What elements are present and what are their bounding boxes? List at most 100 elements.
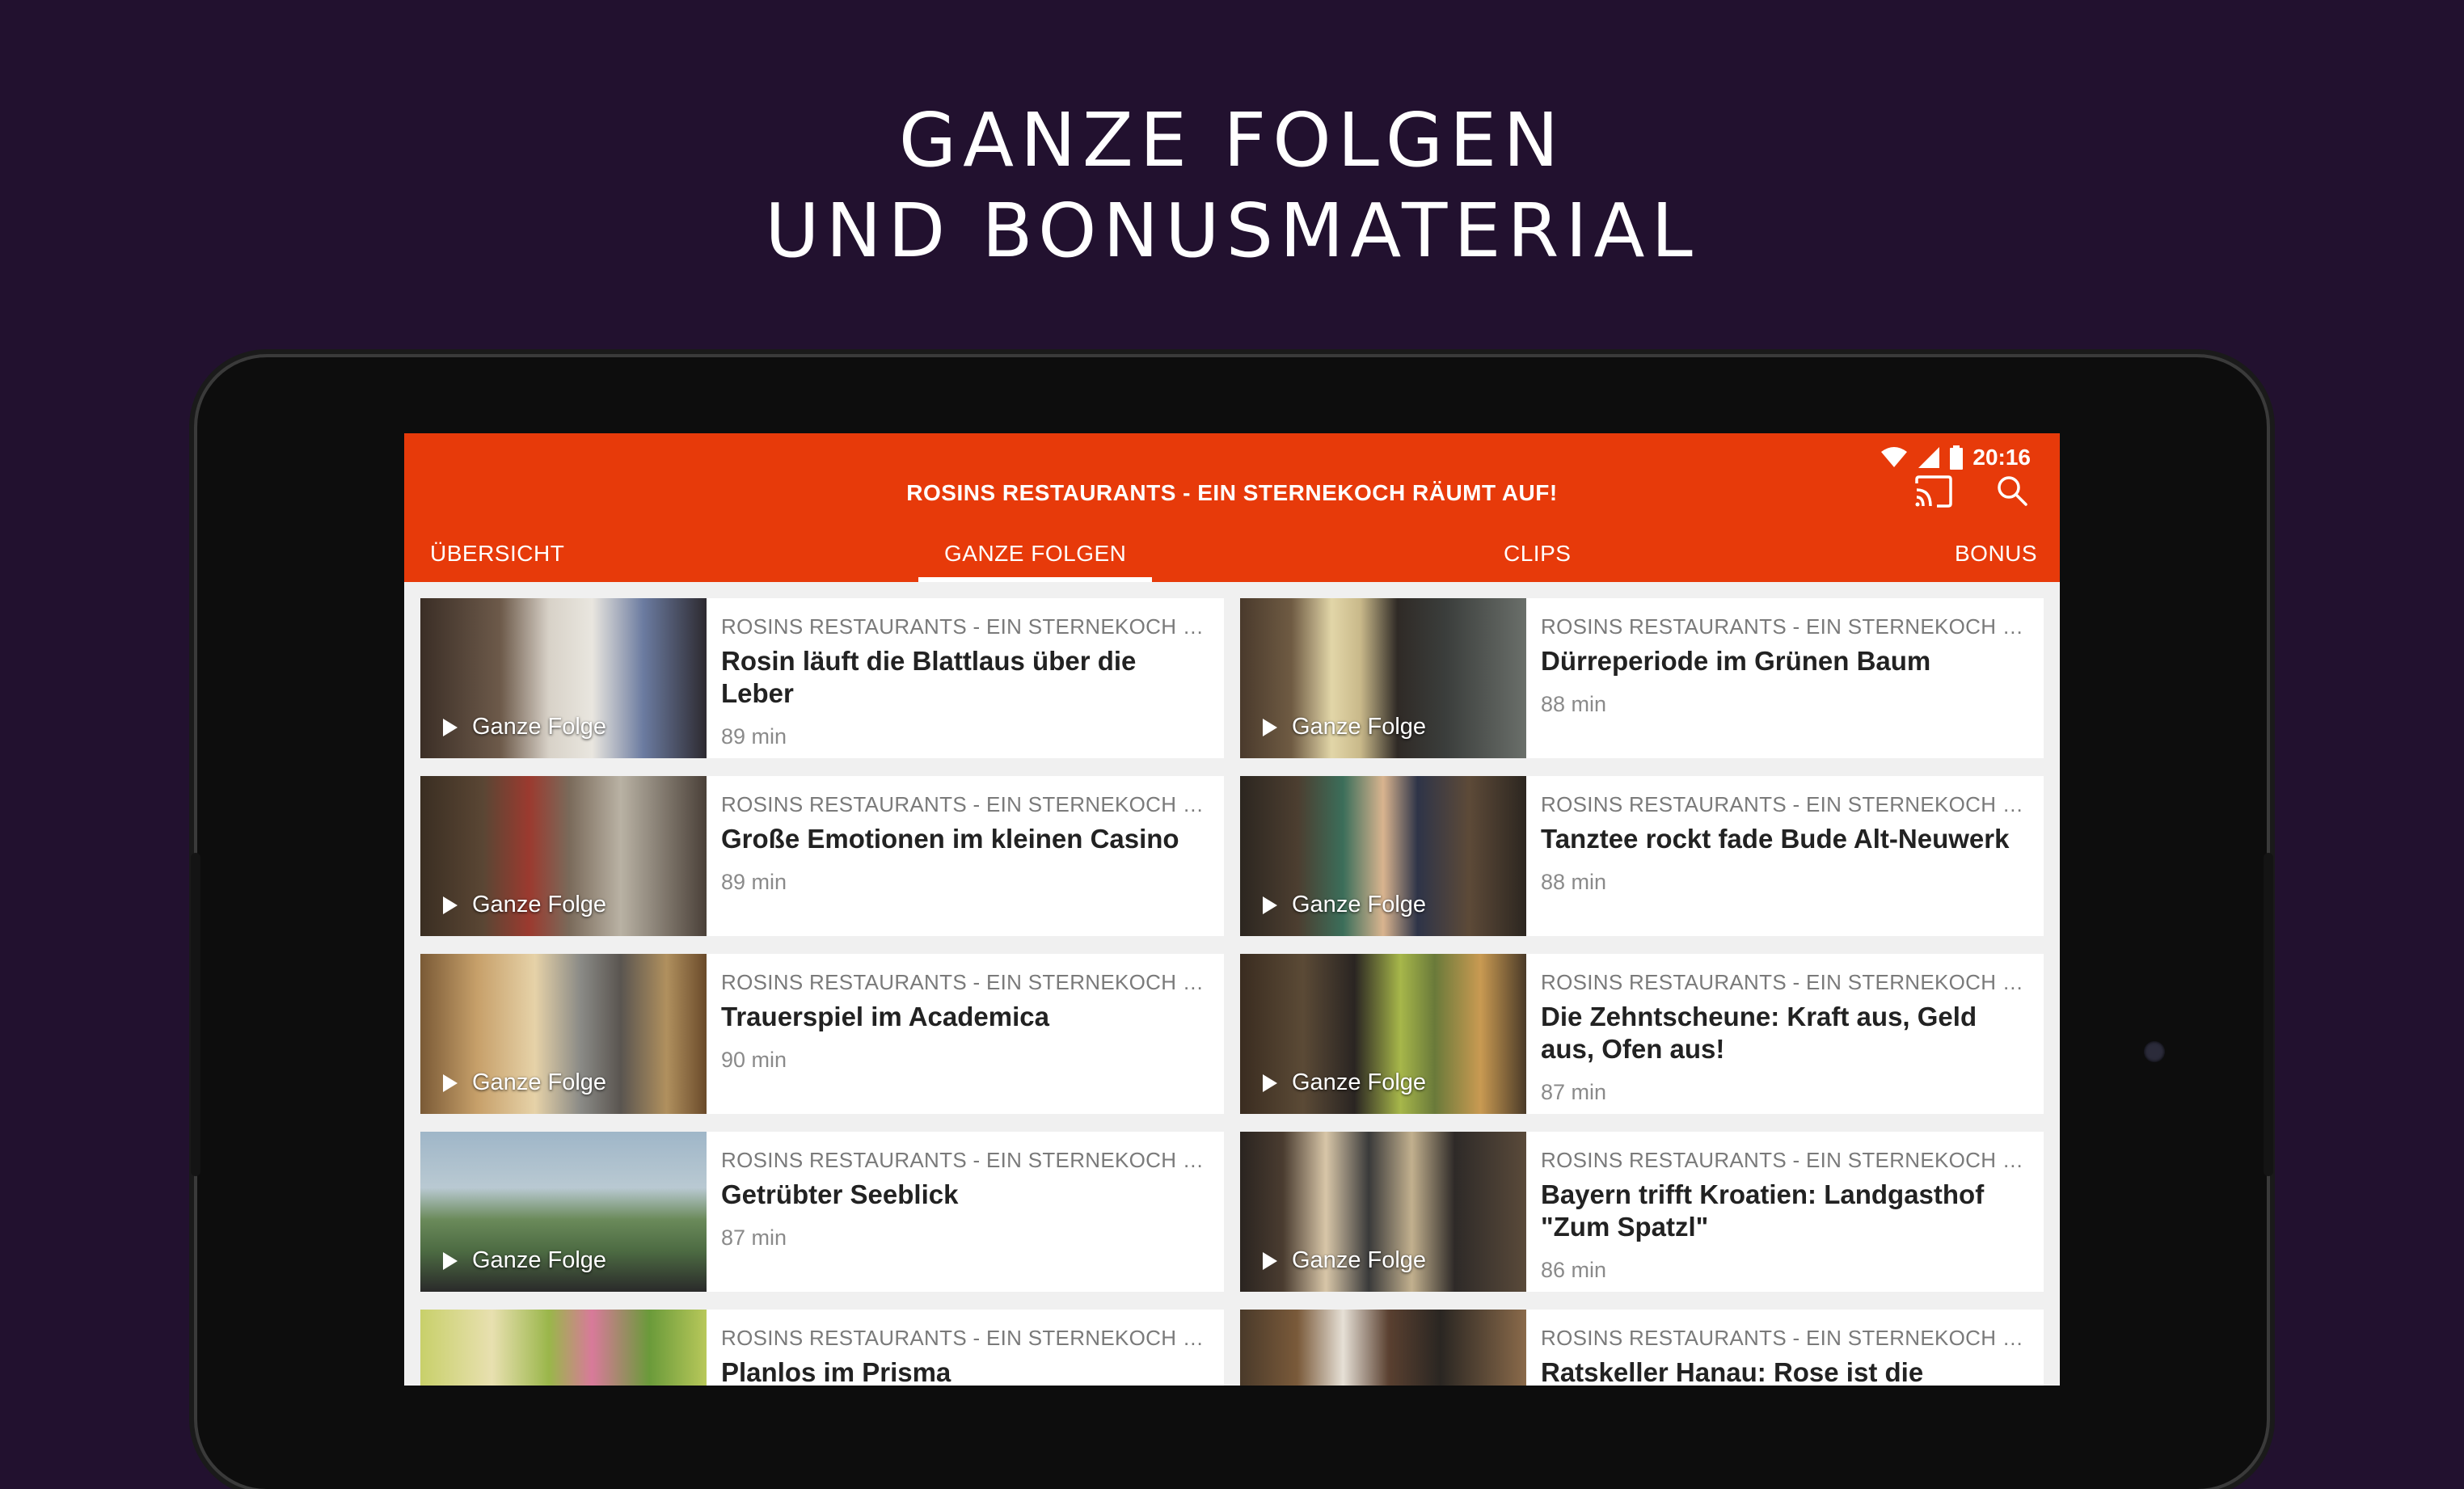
episode-thumbnail: Ganze Folge	[420, 1132, 707, 1292]
episode-duration: 88 min	[1541, 692, 1607, 716]
battery-icon	[1950, 445, 1964, 470]
play-icon	[443, 896, 458, 914]
tab-bar: ÜBERSICHT GANZE FOLGEN CLIPS BONUS	[404, 529, 2060, 582]
episode-show-name: ROSINS RESTAURANTS - EIN STERNEKOCH RÄU.…	[721, 1148, 1211, 1172]
episode-card[interactable]: Ganze Folge ROSINS RESTAURANTS - EIN STE…	[1240, 776, 2044, 936]
episode-title: Rosin läuft die Blattlaus über die Leber	[721, 646, 1137, 708]
episode-info: ROSINS RESTAURANTS - EIN STERNEKOCH RÄU.…	[1541, 613, 2031, 718]
tab-clips[interactable]: CLIPS	[1504, 529, 1571, 582]
episode-info: ROSINS RESTAURANTS - EIN STERNEKOCH RÄU.…	[1541, 1324, 2031, 1386]
episode-show-name: ROSINS RESTAURANTS - EIN STERNEKOCH RÄU.…	[1541, 792, 2031, 816]
episode-title: Tanztee rockt fade Bude Alt-Neuwerk	[1541, 824, 2010, 854]
app-actions	[1914, 475, 2027, 508]
thumb-badge-text: Ganze Folge	[472, 714, 607, 740]
tablet-camera	[2144, 1041, 2165, 1062]
play-icon	[1263, 896, 1277, 914]
play-icon	[443, 718, 458, 736]
episode-thumbnail: Ganze Folge	[420, 954, 707, 1114]
episode-show-name: ROSINS RESTAURANTS - EIN STERNEKOCH RÄU.…	[1541, 614, 2031, 639]
episode-thumbnail: Ganze Folge	[1240, 598, 1526, 758]
app-title: ROSINS RESTAURANTS - EIN STERNEKOCH RÄUM…	[906, 480, 1558, 505]
episode-title: Große Emotionen im kleinen Casino	[721, 824, 1179, 854]
episode-card[interactable]: ROSINS RESTAURANTS - EIN STERNEKOCH RÄU.…	[1240, 1310, 2044, 1386]
tab-uebersicht[interactable]: ÜBERSICHT	[430, 529, 564, 582]
search-icon[interactable]	[1997, 475, 2027, 506]
tablet-side-button-left	[191, 853, 200, 1176]
play-icon	[1263, 718, 1277, 736]
episode-info: ROSINS RESTAURANTS - EIN STERNEKOCH RÄU.…	[721, 1146, 1211, 1251]
episode-duration: 86 min	[1541, 1258, 1607, 1282]
thumb-badge: Ganze Folge	[443, 892, 606, 918]
episode-title: Bayern trifft Kroatien: Landgasthof "Zum…	[1541, 1179, 1985, 1242]
wifi-icon	[1881, 447, 1908, 467]
episode-card[interactable]: Ganze Folge ROSINS RESTAURANTS - EIN STE…	[1240, 1132, 2044, 1292]
thumb-badge: Ganze Folge	[1263, 1247, 1426, 1274]
thumb-badge-text: Ganze Folge	[1292, 892, 1427, 917]
promo-headline-line1: GANZE FOLGEN	[898, 97, 1566, 183]
episode-thumbnail: Ganze Folge	[420, 598, 707, 758]
tab-label: CLIPS	[1504, 541, 1572, 566]
episode-card[interactable]: Ganze Folge ROSINS RESTAURANTS - EIN STE…	[420, 1132, 1224, 1292]
episode-title: Planlos im Prisma	[721, 1357, 951, 1386]
episode-info: ROSINS RESTAURANTS - EIN STERNEKOCH RÄU.…	[721, 791, 1211, 896]
episode-thumbnail: Ganze Folge	[1240, 776, 1526, 936]
tab-bonus[interactable]: BONUS	[1955, 529, 2037, 582]
thumb-badge: Ganze Folge	[1263, 892, 1426, 918]
episode-show-name: ROSINS RESTAURANTS - EIN STERNEKOCH RÄU.…	[721, 1326, 1211, 1350]
episode-thumbnail: Ganze Folge	[1240, 1132, 1526, 1292]
play-icon	[1263, 1074, 1277, 1092]
status-bar: 20:16	[1880, 441, 2031, 474]
episode-thumbnail: Ganze Folge	[420, 776, 707, 936]
app-screen: 20:16 ROSINS RESTAURANTS - EIN STERNEKOC…	[404, 433, 2060, 1386]
episode-card[interactable]: Ganze Folge ROSINS RESTAURANTS - EIN STE…	[420, 954, 1224, 1114]
thumb-badge-text: Ganze Folge	[472, 1069, 607, 1095]
tab-label: ÜBERSICHT	[430, 541, 565, 566]
status-time: 20:16	[1972, 445, 2031, 470]
episode-info: ROSINS RESTAURANTS - EIN STERNEKOCH RÄU.…	[721, 613, 1211, 750]
thumb-badge: Ganze Folge	[443, 1247, 606, 1274]
episode-title: Die Zehntscheune: Kraft aus, Geld aus, O…	[1541, 1002, 1977, 1064]
episode-card[interactable]: Ganze Folge ROSINS RESTAURANTS - EIN STE…	[1240, 954, 2044, 1114]
thumb-badge-text: Ganze Folge	[1292, 714, 1427, 740]
episode-title: Getrübter Seeblick	[721, 1179, 959, 1209]
episode-duration: 88 min	[1541, 870, 1607, 894]
app-bar: 20:16 ROSINS RESTAURANTS - EIN STERNEKOC…	[404, 433, 2060, 582]
episode-info: ROSINS RESTAURANTS - EIN STERNEKOCH RÄU.…	[721, 1324, 1211, 1386]
thumb-badge-text: Ganze Folge	[1292, 1069, 1427, 1095]
episode-show-name: ROSINS RESTAURANTS - EIN STERNEKOCH RÄU.…	[721, 614, 1211, 639]
episode-show-name: ROSINS RESTAURANTS - EIN STERNEKOCH RÄU.…	[721, 792, 1211, 816]
episode-duration: 87 min	[1541, 1080, 1607, 1104]
episode-card[interactable]: ROSINS RESTAURANTS - EIN STERNEKOCH RÄU.…	[420, 1310, 1224, 1386]
signal-icon	[1918, 447, 1940, 468]
episode-info: ROSINS RESTAURANTS - EIN STERNEKOCH RÄU.…	[1541, 1146, 2031, 1284]
tab-ganze-folgen[interactable]: GANZE FOLGEN	[918, 529, 1153, 582]
thumb-badge: Ganze Folge	[1263, 1069, 1426, 1096]
episode-thumbnail	[420, 1310, 707, 1386]
episode-show-name: ROSINS RESTAURANTS - EIN STERNEKOCH RÄU.…	[721, 970, 1211, 994]
thumb-badge-text: Ganze Folge	[472, 1247, 607, 1273]
episode-title: Ratskeller Hanau: Rose ist die	[1541, 1357, 1924, 1386]
cast-icon[interactable]	[1914, 475, 1953, 508]
episode-duration: 89 min	[721, 870, 787, 894]
thumb-badge-text: Ganze Folge	[472, 892, 607, 917]
episode-card[interactable]: Ganze Folge ROSINS RESTAURANTS - EIN STE…	[1240, 598, 2044, 758]
episode-thumbnail	[1240, 1310, 1526, 1386]
play-icon	[443, 1074, 458, 1092]
episode-show-name: ROSINS RESTAURANTS - EIN STERNEKOCH RÄU.…	[1541, 1148, 2031, 1172]
thumb-badge: Ganze Folge	[443, 1069, 606, 1096]
episode-show-name: ROSINS RESTAURANTS - EIN STERNEKOCH RÄU.…	[1541, 970, 2031, 994]
play-icon	[443, 1251, 458, 1270]
episode-card[interactable]: Ganze Folge ROSINS RESTAURANTS - EIN STE…	[420, 598, 1224, 758]
episode-duration: 87 min	[721, 1225, 787, 1250]
episode-duration: 89 min	[721, 724, 787, 749]
episode-thumbnail: Ganze Folge	[1240, 954, 1526, 1114]
episode-duration: 90 min	[721, 1048, 787, 1072]
episode-show-name: ROSINS RESTAURANTS - EIN STERNEKOCH RÄU.…	[1541, 1326, 2031, 1350]
episode-card[interactable]: Ganze Folge ROSINS RESTAURANTS - EIN STE…	[420, 776, 1224, 936]
tab-label: GANZE FOLGEN	[944, 541, 1127, 566]
episode-title: Trauerspiel im Academica	[721, 1002, 1049, 1031]
thumb-badge: Ganze Folge	[443, 714, 606, 740]
episode-title: Dürreperiode im Grünen Baum	[1541, 646, 1931, 676]
promo-headline-line2: UND BONUSMATERIAL	[765, 188, 1699, 274]
thumb-badge-text: Ganze Folge	[1292, 1247, 1427, 1273]
